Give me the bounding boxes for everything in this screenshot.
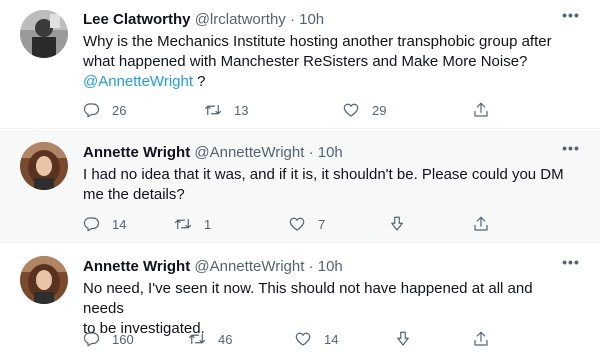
tweet-text-tail: ? [193,73,206,90]
share-button[interactable] [472,100,490,120]
reply-count: 26 [112,102,127,118]
separator-dot: · [308,144,314,161]
like-count: 7 [318,216,326,232]
avatar[interactable] [20,142,68,190]
retweet-button[interactable]: 13 [204,100,248,120]
tweet[interactable]: Lee Clatworthy @lrclatworthy · 10h ••• W… [0,0,600,129]
retweet-count: 46 [218,331,233,347]
like-icon [289,217,305,231]
display-name[interactable]: Annette Wright [83,258,190,275]
tweet-header: Annette Wright @AnnetteWright · 10h [83,143,343,162]
tweet-text-line: me the details? [83,186,185,203]
tweet-timestamp[interactable]: 10h [299,11,324,28]
tweet-text-line: Why is the Mechanics Institute hosting a… [83,33,552,50]
reply-icon [83,103,100,118]
retweet-button[interactable]: 1 [174,214,211,234]
like-button[interactable]: 14 [294,329,338,349]
tweet-header: Annette Wright @AnnetteWright · 10h [83,257,343,276]
retweet-count: 13 [234,102,249,118]
tweet-actions: 14 1 7 [76,214,506,234]
like-icon [295,332,311,346]
tweet-actions: 160 46 14 [76,329,506,349]
tweet-text-line: @AnnetteWright ? [83,72,573,92]
tweet-actions: 26 13 29 [76,100,506,120]
like-button[interactable]: 7 [288,214,325,234]
avatar[interactable] [20,256,68,304]
more-icon[interactable]: ••• [562,141,580,160]
tweet-text: Why is the Mechanics Institute hosting a… [83,32,573,92]
share-icon [474,216,488,231]
downvote-icon [391,216,403,231]
user-handle[interactable]: @AnnetteWright [194,258,304,275]
like-button[interactable]: 29 [342,100,386,120]
user-handle[interactable]: @lrclatworthy [195,11,286,28]
reply-count: 160 [112,331,134,347]
share-icon [474,102,488,117]
reply-button[interactable]: 160 [82,329,134,349]
like-count: 14 [324,331,339,347]
tweet[interactable]: Annette Wright @AnnetteWright · 10h ••• … [0,244,600,362]
reply-count: 14 [112,216,127,232]
display-name[interactable]: Annette Wright [83,144,190,161]
tweet-text-line: I had no idea that it was, and if it is,… [83,166,564,183]
retweet-icon [204,104,222,116]
mention-link[interactable]: @AnnetteWright [83,73,193,90]
retweet-icon [174,218,192,230]
downvote-button[interactable] [388,214,406,234]
retweet-count: 1 [204,216,212,232]
display-name[interactable]: Lee Clatworthy [83,11,191,28]
share-button[interactable] [472,329,490,349]
like-count: 29 [372,102,387,118]
retweet-button[interactable]: 46 [188,329,232,349]
reply-button[interactable]: 14 [82,214,126,234]
like-icon [343,103,359,117]
reply-button[interactable]: 26 [82,100,126,120]
tweet-timestamp[interactable]: 10h [318,258,343,275]
separator-dot: · [289,11,295,28]
tweet-text-line: what happened with Manchester ReSisters … [83,53,528,70]
separator-dot: · [308,258,314,275]
reply-icon [83,332,100,347]
more-icon[interactable]: ••• [562,8,580,27]
downvote-icon [397,331,409,346]
share-icon [474,331,488,346]
reply-icon [83,217,100,232]
tweet-text-line: No need, I've seen it now. This should n… [83,280,533,317]
user-handle[interactable]: @AnnetteWright [194,144,304,161]
avatar[interactable] [20,10,68,58]
tweet-text: I had no idea that it was, and if it is,… [83,165,573,205]
tweet[interactable]: Annette Wright @AnnetteWright · 10h ••• … [0,130,600,243]
share-button[interactable] [472,214,490,234]
more-icon[interactable]: ••• [562,255,580,274]
retweet-icon [188,333,206,345]
tweet-header: Lee Clatworthy @lrclatworthy · 10h [83,10,324,29]
downvote-button[interactable] [394,329,412,349]
tweet-timestamp[interactable]: 10h [318,144,343,161]
